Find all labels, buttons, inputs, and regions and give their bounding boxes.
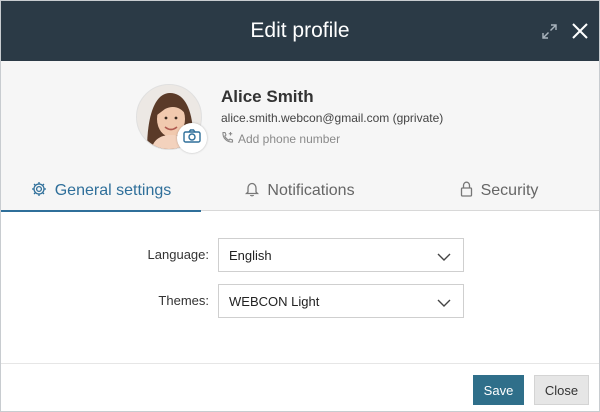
themes-value: WEBCON Light bbox=[229, 294, 320, 309]
chevron-down-icon bbox=[437, 295, 451, 313]
expand-icon[interactable] bbox=[541, 23, 558, 40]
bell-icon bbox=[245, 181, 267, 202]
add-phone-label: Add phone number bbox=[238, 132, 341, 146]
themes-row: Themes: WEBCON Light bbox=[1, 284, 599, 318]
lock-icon bbox=[460, 181, 481, 202]
close-button[interactable]: Close bbox=[534, 375, 589, 405]
dialog-title: Edit profile bbox=[250, 19, 350, 42]
settings-tabs: General settings Notifications Security bbox=[1, 171, 599, 212]
themes-label: Themes: bbox=[158, 293, 209, 308]
language-select[interactable]: English bbox=[218, 238, 464, 272]
tab-general-settings[interactable]: General settings bbox=[1, 171, 201, 212]
tab-label: Notifications bbox=[267, 182, 355, 199]
save-button[interactable]: Save bbox=[473, 375, 524, 405]
profile-email: alice.smith.webcon@gmail.com (gprivate) bbox=[221, 111, 444, 125]
change-photo-button[interactable] bbox=[177, 123, 207, 153]
edit-profile-dialog: Edit profile Alice Smith alice.smith.web… bbox=[0, 0, 600, 412]
phone-plus-icon bbox=[221, 131, 238, 147]
close-icon[interactable] bbox=[571, 22, 589, 40]
camera-icon bbox=[183, 128, 201, 148]
tab-label: Security bbox=[480, 182, 539, 199]
dialog-footer: Save Close bbox=[1, 363, 599, 411]
profile-name: Alice Smith bbox=[221, 87, 314, 106]
gear-icon bbox=[31, 181, 55, 202]
language-label: Language: bbox=[147, 247, 209, 262]
add-phone-link[interactable]: Add phone number bbox=[221, 131, 340, 147]
language-value: English bbox=[229, 248, 272, 263]
tab-label: General settings bbox=[54, 182, 172, 199]
language-row: Language: English bbox=[1, 238, 599, 272]
chevron-down-icon bbox=[437, 249, 451, 267]
dialog-titlebar: Edit profile bbox=[1, 1, 599, 61]
profile-header: Alice Smith alice.smith.webcon@gmail.com… bbox=[1, 61, 599, 212]
themes-select[interactable]: WEBCON Light bbox=[218, 284, 464, 318]
tab-notifications[interactable]: Notifications bbox=[201, 171, 399, 211]
tab-security[interactable]: Security bbox=[399, 171, 599, 211]
